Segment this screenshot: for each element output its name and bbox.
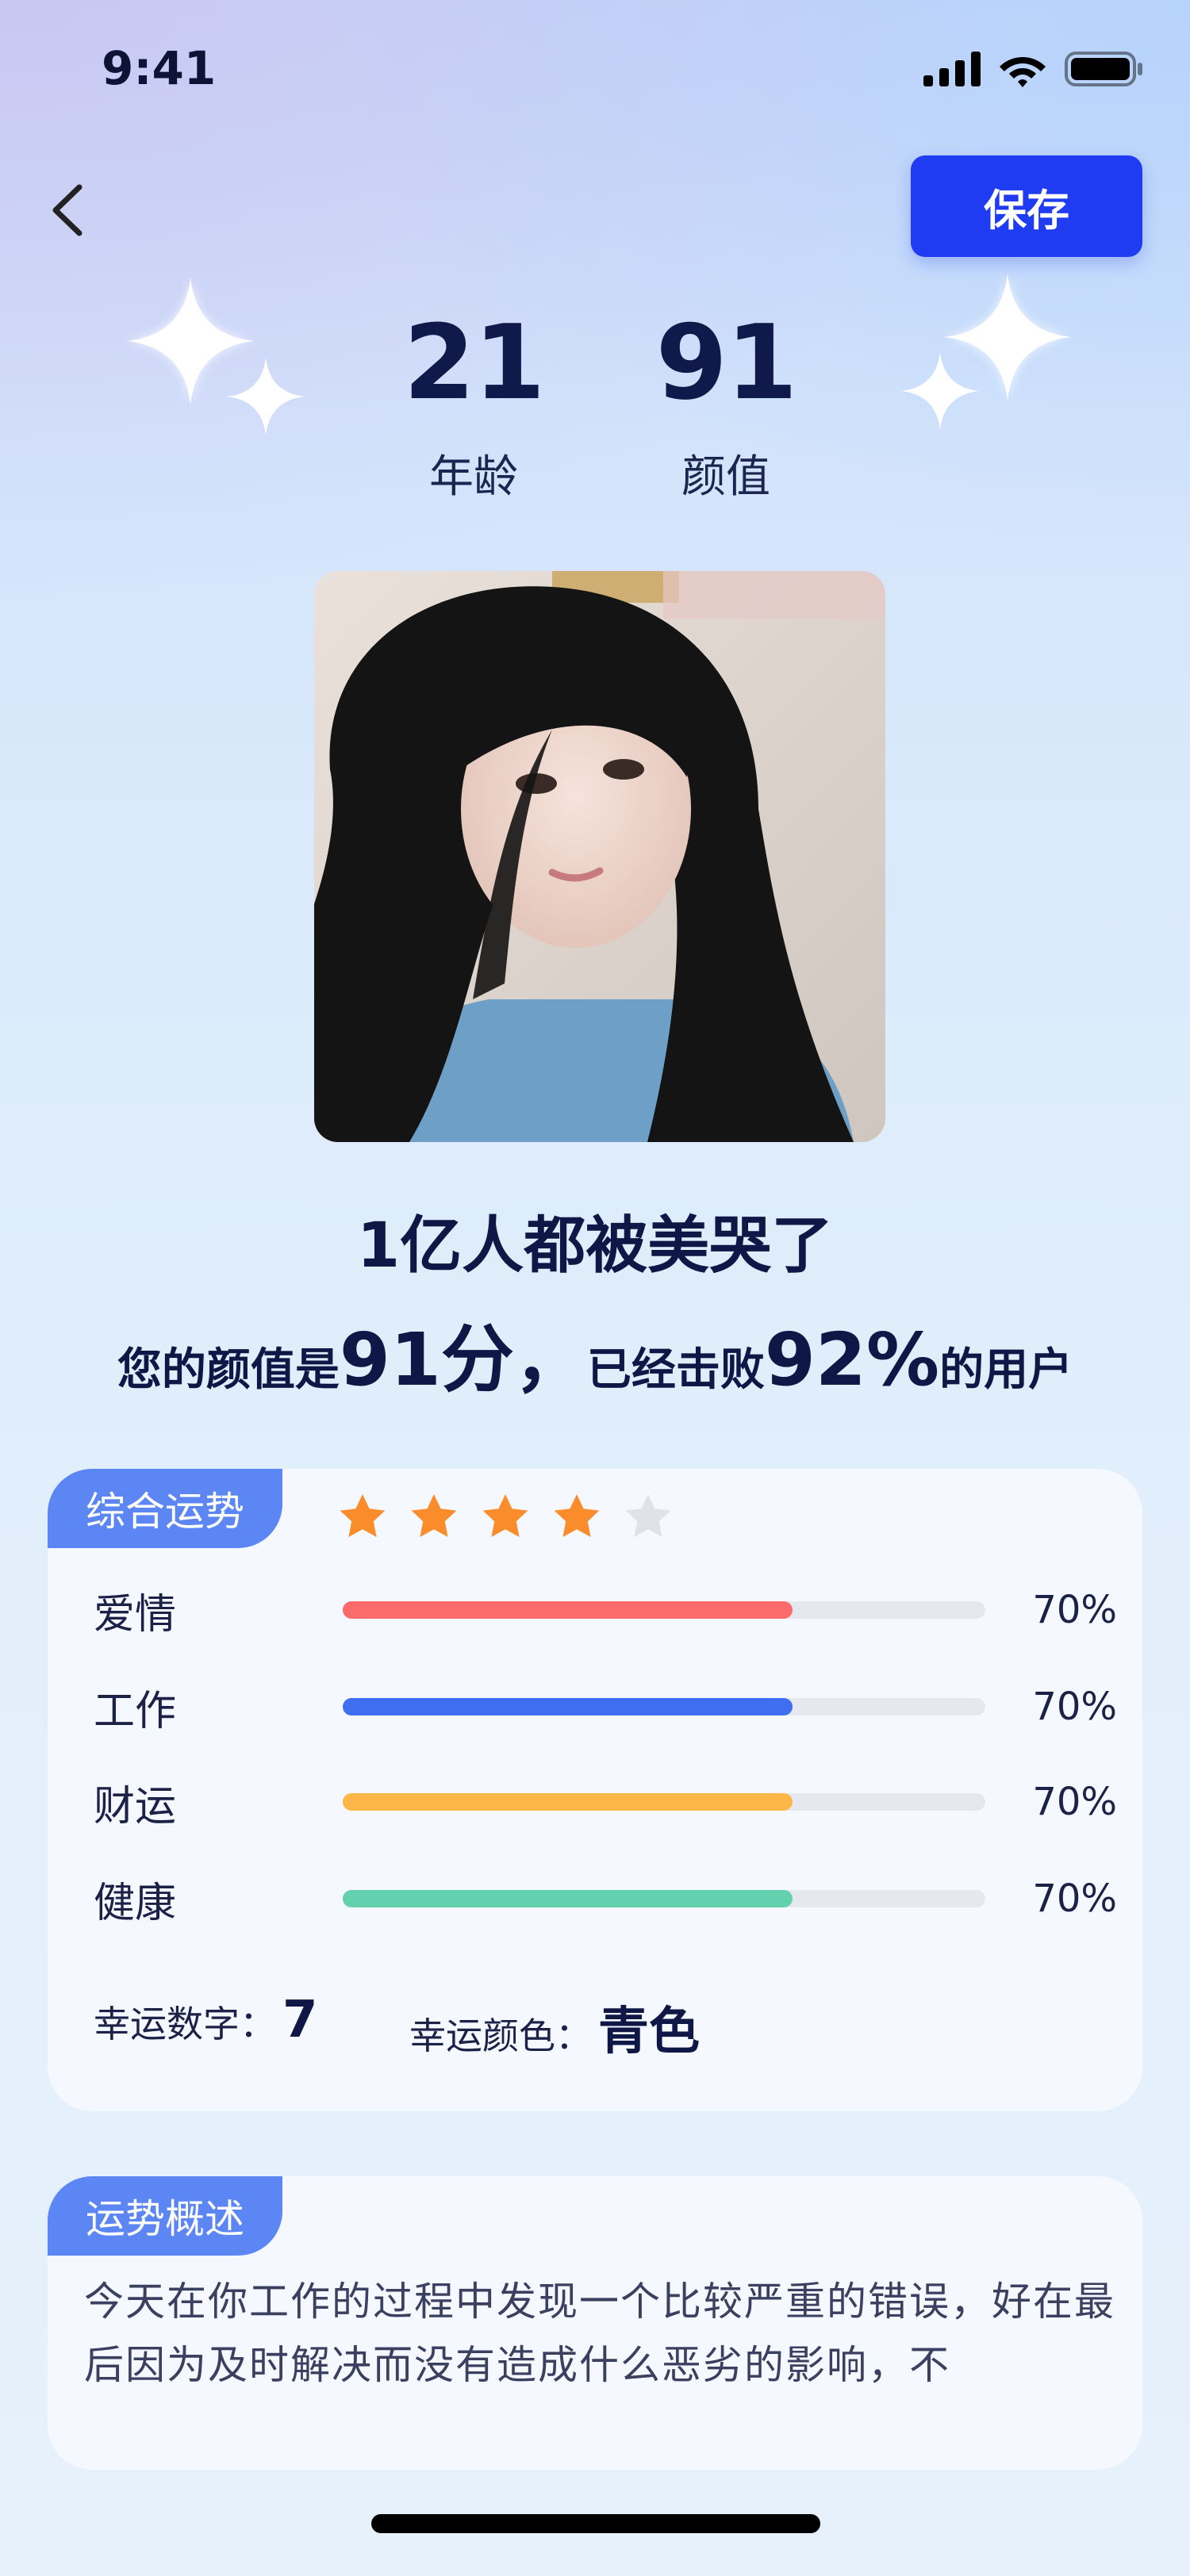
fortune-row-percent: 70%: [1032, 1876, 1117, 1921]
score-stat: 91 颜值: [635, 311, 817, 505]
star-filled-icon: [340, 1494, 386, 1537]
score-summary-suffix: 的用户: [939, 1344, 1073, 1396]
fortune-row: 工作 70%: [94, 1675, 1117, 1738]
battery-icon: [1065, 52, 1142, 86]
progress-fill: [343, 1698, 793, 1715]
star-filled-icon: [482, 1494, 528, 1537]
sparkle-icon: [227, 358, 305, 435]
fortune-row-label: 健康: [94, 1879, 177, 1927]
score-value: 91: [655, 302, 798, 423]
fortune-row-label: 爱情: [94, 1590, 177, 1639]
fortune-row: 爱情 70%: [94, 1578, 1117, 1642]
signal-icon: [923, 52, 981, 86]
sparkle-icon: [901, 352, 979, 430]
portrait-photo: [314, 571, 885, 1142]
fortune-row-percent: 70%: [1032, 1780, 1117, 1824]
score-summary-percent: 92%: [764, 1317, 940, 1402]
status-time: 9:41: [102, 41, 217, 95]
score-summary: 您的颜值是91分，已经击败92%的用户: [0, 1301, 1190, 1406]
star-filled-icon: [411, 1494, 457, 1537]
lucky-color-value: 青色: [598, 2003, 700, 2061]
progress-track: [343, 1793, 985, 1811]
wifi-icon: [1000, 57, 1046, 87]
score-summary-comma: ，: [513, 1317, 587, 1402]
progress-track: [343, 1698, 985, 1715]
home-indicator: [371, 2514, 820, 2533]
fortune-row: 财运 70%: [94, 1770, 1117, 1834]
chevron-left-icon: [52, 184, 83, 236]
age-stat: 21 年龄: [382, 311, 565, 505]
rating-stars: [337, 1491, 674, 1542]
save-button[interactable]: 保存: [911, 155, 1142, 257]
fortune-row-percent: 70%: [1032, 1588, 1117, 1632]
progress-fill: [343, 1793, 793, 1811]
fortune-row-label: 工作: [94, 1687, 177, 1735]
fortune-card-tab: 综合运势: [48, 1469, 282, 1548]
fortune-card: 综合运势 爱情 70% 工作 70% 财运 70% 健康 70% 幸运数字： 7 幸运颜色： …: [48, 1469, 1142, 2111]
summary-card: 运势概述 今天在你工作的过程中发现一个比较严重的错误，好在最后因为及时解决而没有…: [48, 2176, 1142, 2470]
progress-fill: [343, 1601, 793, 1619]
progress-track: [343, 1890, 985, 1907]
age-value: 21: [403, 302, 546, 423]
lucky-color: 幸运颜色： 青色: [409, 1991, 700, 2064]
fortune-row-percent: 70%: [1032, 1685, 1117, 1729]
score-label: 颜值: [681, 451, 770, 503]
fortune-row: 健康 70%: [94, 1867, 1117, 1930]
summary-text: 今天在你工作的过程中发现一个比较严重的错误，好在最后因为及时解决而没有造成什么恶…: [84, 2279, 1115, 2388]
headline: 1亿人都被美哭了: [356, 1210, 834, 1282]
lucky-number-value: 7: [282, 1991, 318, 2049]
lucky-number: 幸运数字： 7: [94, 1991, 318, 2049]
back-button[interactable]: [43, 174, 94, 246]
progress-fill: [343, 1890, 793, 1907]
progress-track: [343, 1601, 985, 1619]
fortune-row-label: 财运: [94, 1782, 177, 1830]
score-summary-middle: 已经击败: [586, 1344, 765, 1396]
summary-card-tab: 运势概述: [48, 2176, 282, 2256]
star-filled-icon: [554, 1494, 600, 1537]
score-summary-score: 91分: [339, 1317, 514, 1402]
lucky-color-label: 幸运颜色：: [409, 2014, 592, 2057]
lucky-number-label: 幸运数字：: [94, 2003, 276, 2045]
score-summary-prefix: 您的颜值是: [117, 1344, 340, 1396]
age-label: 年龄: [429, 451, 518, 503]
star-empty-icon: [625, 1494, 671, 1537]
status-icons: [923, 51, 1144, 87]
